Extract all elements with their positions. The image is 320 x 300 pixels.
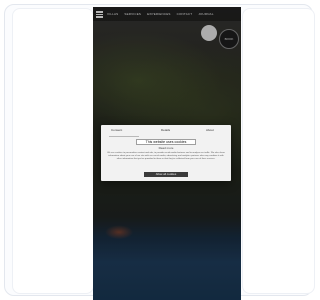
cookie-consent-modal: Consent Details About This website uses … [101,125,231,181]
cookie-heading: This website uses cookies [136,139,196,145]
cookie-subheading[interactable]: Read more [101,146,231,150]
tab-about[interactable]: About [206,128,214,132]
right-panel [242,8,315,294]
active-tab-underline [109,136,139,137]
cookie-tabs: Consent Details About [101,128,231,137]
cookie-body-text: We use cookies to personalise content an… [107,152,225,160]
allow-all-cookies-button[interactable]: Allow all cookies [144,172,188,177]
left-panel [12,8,94,294]
tab-consent[interactable]: Consent [111,128,122,132]
tab-details[interactable]: Details [161,128,170,132]
